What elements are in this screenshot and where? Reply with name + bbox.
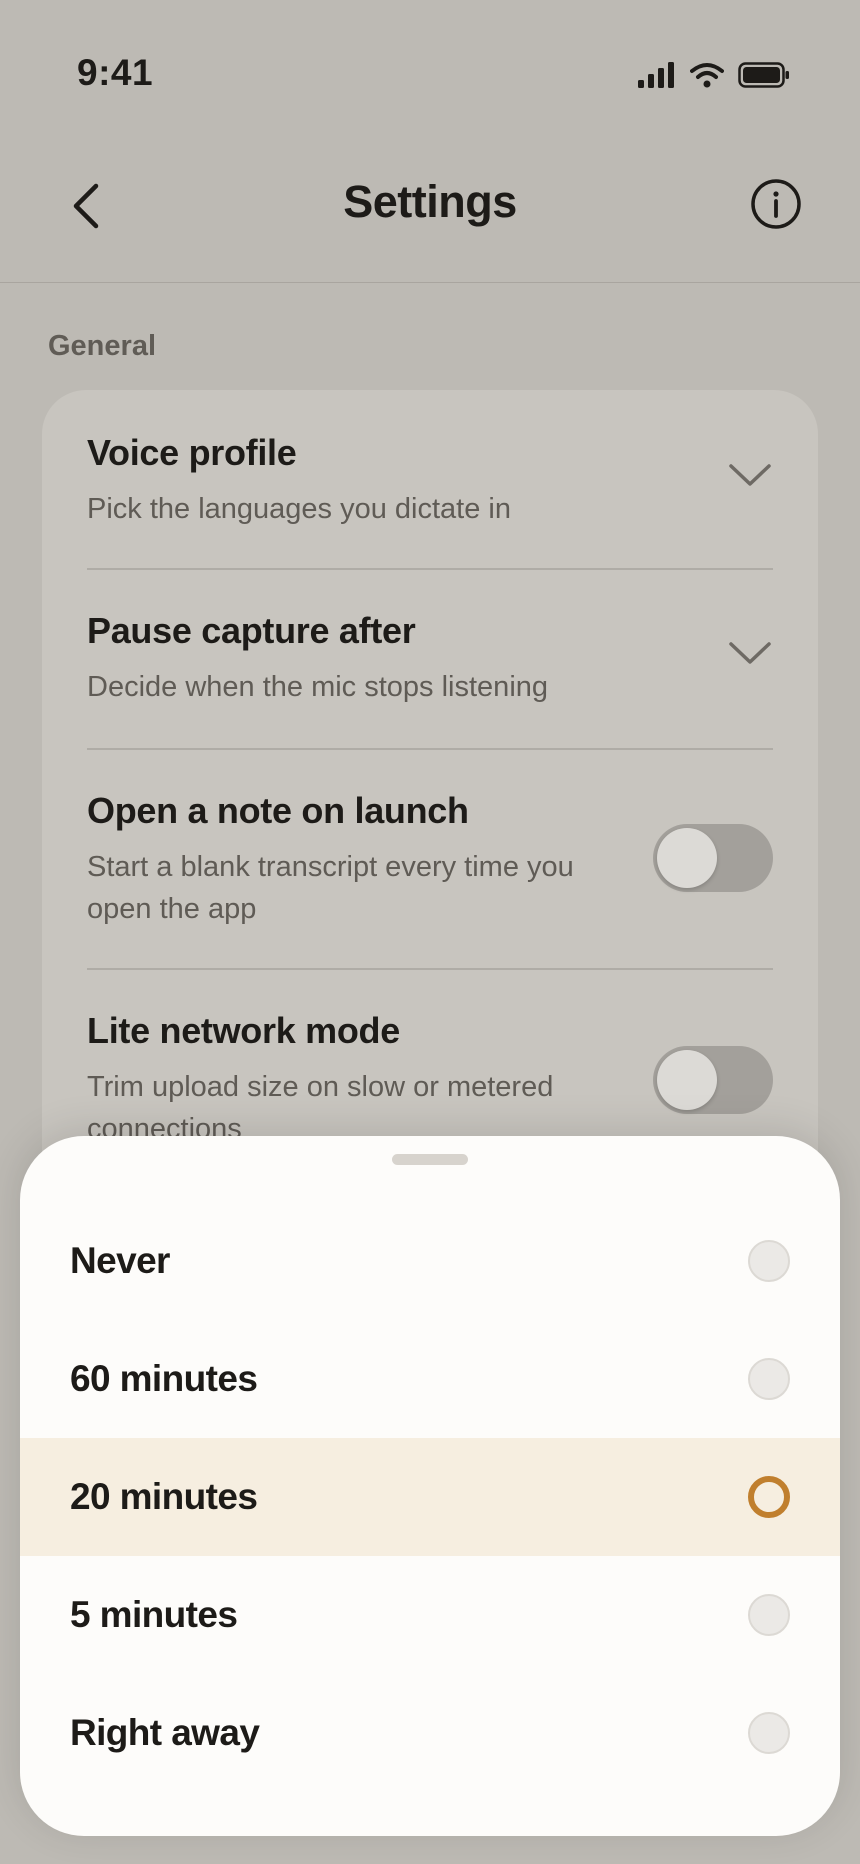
- row-title: Pause capture after: [87, 610, 416, 651]
- radio-button[interactable]: [748, 1594, 790, 1636]
- radio-button[interactable]: [748, 1240, 790, 1282]
- option-label: 5 minutes: [70, 1594, 238, 1635]
- option-right-away[interactable]: Right away: [20, 1674, 840, 1792]
- info-button[interactable]: [750, 178, 802, 230]
- toggle-lite-network-mode[interactable]: [653, 1046, 773, 1114]
- signal-icon: [638, 62, 674, 88]
- section-label-general: General: [48, 330, 156, 362]
- option-label: 60 minutes: [70, 1358, 258, 1399]
- option-label: Never: [70, 1240, 170, 1281]
- option-label: Right away: [70, 1712, 260, 1753]
- chevron-down-icon[interactable]: [727, 460, 773, 490]
- page-title: Settings: [343, 176, 517, 227]
- battery-icon: [738, 62, 789, 88]
- divider: [87, 748, 773, 750]
- pause-capture-sheet: Never 60 minutes 20 minutes 5 minutes Ri…: [20, 1136, 840, 1836]
- setting-row-open-note-on-launch: Open a note on launch Start a blank tran…: [87, 790, 773, 940]
- chevron-down-icon[interactable]: [727, 638, 773, 668]
- toggle-knob: [657, 1050, 717, 1110]
- radio-button[interactable]: [748, 1712, 790, 1754]
- status-icons: [638, 58, 790, 92]
- sheet-drag-handle[interactable]: [392, 1154, 468, 1165]
- info-icon: [751, 179, 801, 229]
- option-60-minutes[interactable]: 60 minutes: [20, 1320, 840, 1438]
- radio-button[interactable]: [748, 1358, 790, 1400]
- option-5-minutes[interactable]: 5 minutes: [20, 1556, 840, 1674]
- option-20-minutes[interactable]: 20 minutes: [20, 1438, 840, 1556]
- divider: [87, 968, 773, 970]
- status-time: 9:41: [77, 52, 154, 93]
- row-title: Open a note on launch: [87, 790, 469, 831]
- row-subtitle: Pick the languages you dictate in: [87, 493, 511, 525]
- option-never[interactable]: Never: [20, 1202, 840, 1320]
- setting-row-pause-capture[interactable]: Pause capture after Decide when the mic …: [87, 610, 773, 720]
- wifi-icon: [690, 63, 724, 88]
- toggle-open-note-on-launch[interactable]: [653, 824, 773, 892]
- setting-row-voice-profile[interactable]: Voice profile Pick the languages you dic…: [87, 432, 773, 542]
- toggle-knob: [657, 828, 717, 888]
- top-nav-bar: Settings: [0, 140, 860, 283]
- radio-button-selected[interactable]: [748, 1476, 790, 1518]
- row-title: Voice profile: [87, 432, 297, 473]
- option-label: 20 minutes: [70, 1476, 258, 1517]
- row-title: Lite network mode: [87, 1010, 400, 1051]
- row-subtitle: Decide when the mic stops listening: [87, 671, 549, 703]
- row-subtitle-line: open the app: [87, 893, 257, 925]
- status-bar: 9:41: [0, 0, 860, 140]
- divider: [87, 568, 773, 570]
